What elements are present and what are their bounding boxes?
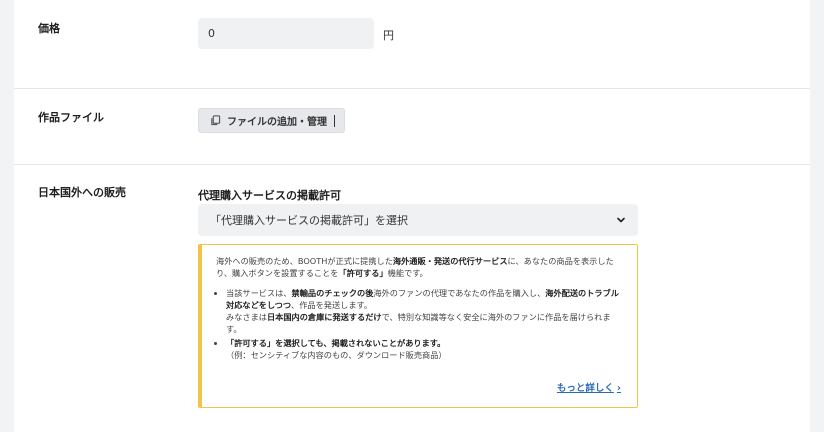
- notice-emphasis: 禁輸品のチェックの後: [291, 288, 374, 298]
- notice-emphasis: 「許可する」を選択しても、掲載されないことがあります。: [226, 338, 446, 348]
- price-label: 価格: [38, 22, 60, 35]
- price-unit: 円: [383, 29, 394, 42]
- manage-files-button[interactable]: ファイルの追加・管理: [198, 108, 345, 133]
- notice-text: 海外のファンの代理であなたの作品を購入し、: [373, 288, 546, 298]
- notice-intro-emphasis: 「許可する」: [338, 268, 388, 278]
- learn-more-link[interactable]: もっと詳しく ›: [557, 383, 621, 395]
- proxy-permission-select[interactable]: 「代理購入サービスの掲載許可」を選択: [198, 204, 638, 236]
- notice-intro-text: 機能です。: [387, 268, 428, 278]
- proxy-permission-select-value: 「代理購入サービスの掲載許可」を選択: [210, 214, 408, 227]
- notice-list: 当該サービスは、禁輸品のチェックの後海外のファンの代理であなたの作品を購入し、海…: [216, 287, 623, 361]
- notice-emphasis: 日本国内の倉庫に発送するだけ: [266, 312, 382, 322]
- notice-list-item: 「許可する」を選択しても、掲載されないことがあります。 （例：センシティブな内容の…: [226, 337, 623, 361]
- file-copy-icon: [211, 115, 221, 126]
- notice-intro: 海外への販売のため、BOOTHが正式に提携した海外通販・発送の代行サービスに、あ…: [216, 255, 623, 279]
- chevron-right-icon: ›: [616, 383, 621, 394]
- learn-more-label: もっと詳しく: [556, 383, 614, 394]
- price-row: 価格 円: [14, 0, 810, 89]
- notice-intro-text: 海外への販売のため、BOOTHが正式に提携した: [216, 256, 393, 266]
- notice-text: みなさまは: [226, 312, 267, 322]
- price-input[interactable]: [198, 18, 374, 49]
- notice-text: 、作品を発送します。: [291, 300, 373, 310]
- proxy-service-notice: 海外への販売のため、BOOTHが正式に提携した海外通販・発送の代行サービスに、あ…: [198, 244, 638, 408]
- chevron-down-icon: [617, 217, 625, 223]
- overseas-row: 日本国外への販売 代理購入サービスの掲載許可 「代理購入サービスの掲載許可」を選…: [14, 164, 810, 432]
- notice-intro-emphasis: 海外通販・発送の代行サービス: [392, 256, 508, 266]
- proxy-permission-label: 代理購入サービスの掲載許可: [198, 189, 341, 202]
- notice-list-item: 当該サービスは、禁輸品のチェックの後海外のファンの代理であなたの作品を購入し、海…: [226, 287, 623, 335]
- text-cursor: [334, 114, 335, 127]
- file-row: 作品ファイル ファイルの追加・管理: [14, 88, 810, 165]
- file-label: 作品ファイル: [38, 111, 104, 124]
- overseas-label: 日本国外への販売: [38, 186, 126, 199]
- manage-files-label: ファイルの追加・管理: [227, 117, 327, 128]
- notice-text: 当該サービスは、: [226, 288, 292, 298]
- notice-text: （例：センシティブな内容のもの、ダウンロード販売商品）: [226, 350, 447, 360]
- item-edit-form: 価格 円 作品ファイル ファイルの追加・管理 日本国外への販売 代理購入サービス…: [14, 0, 810, 432]
